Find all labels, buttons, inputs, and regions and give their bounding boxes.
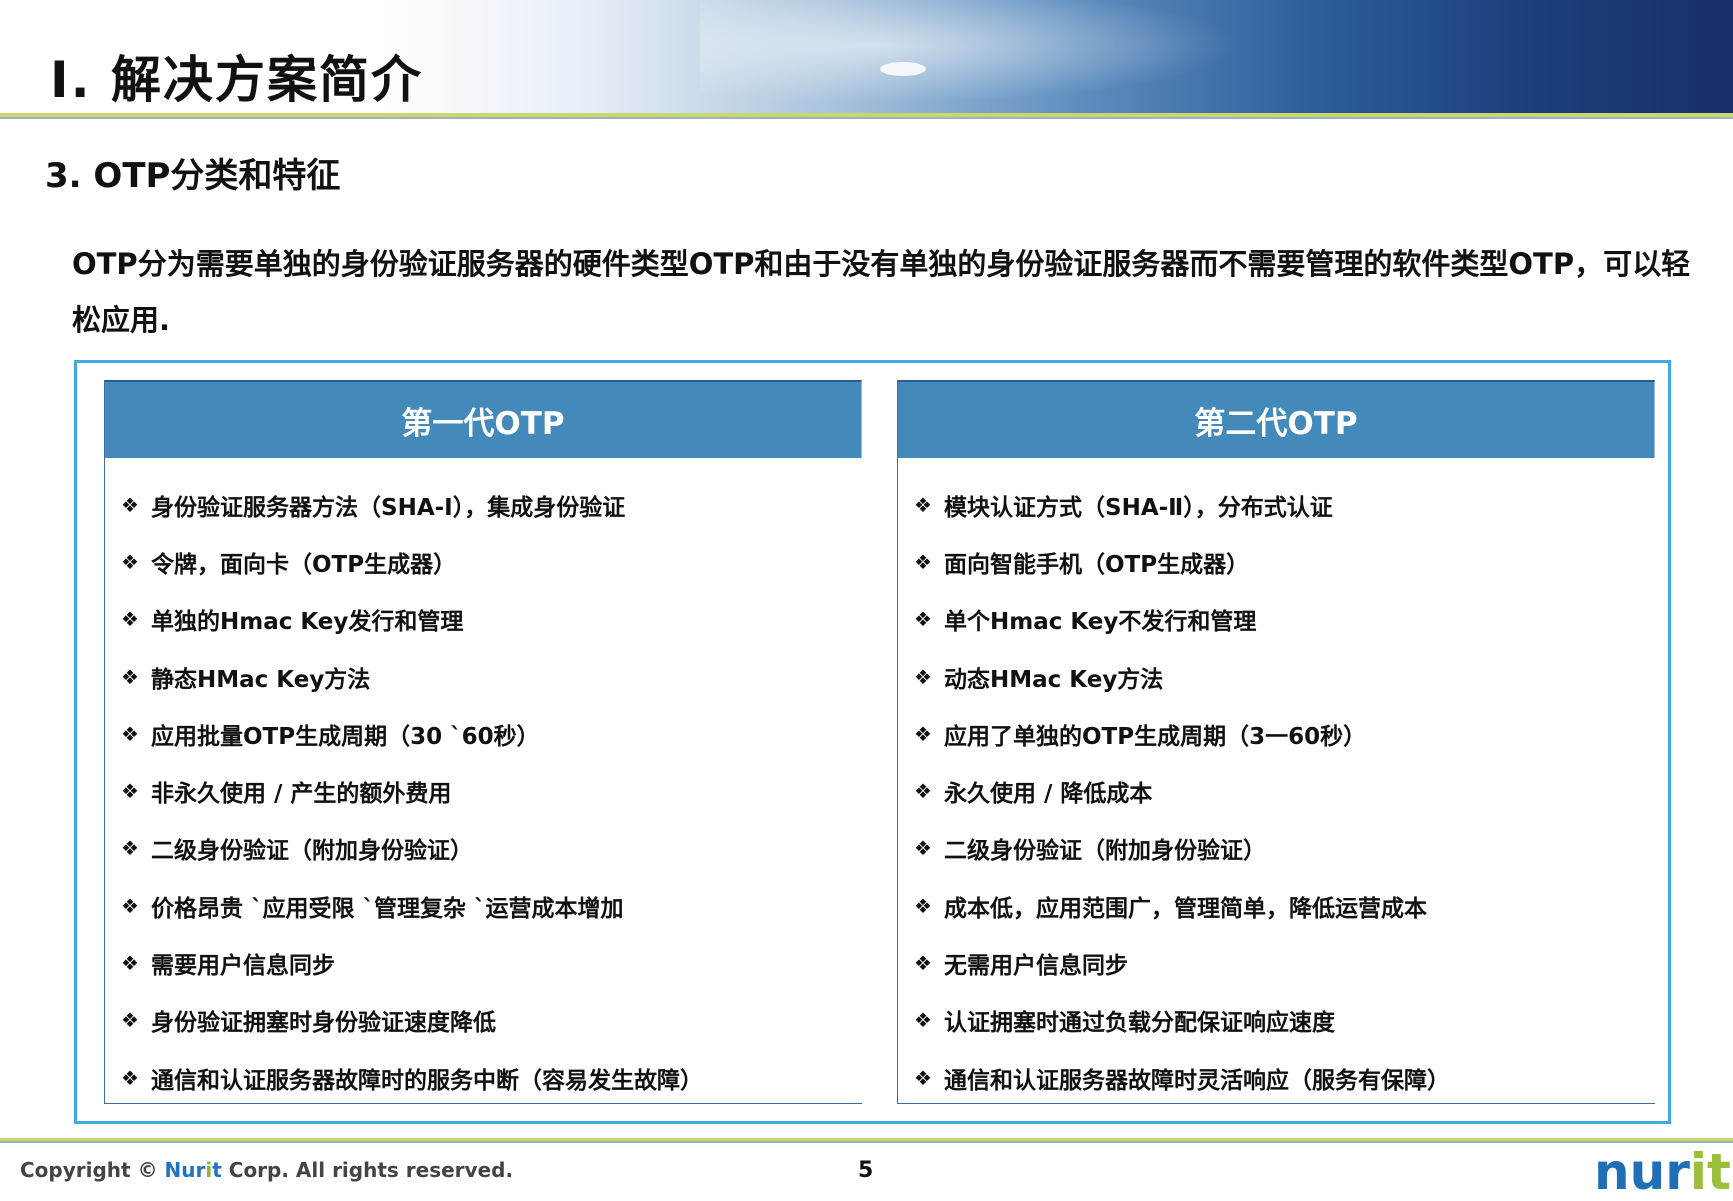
copyright-prefix: Copyright ©	[20, 1158, 165, 1182]
list-item-text: 模块认证方式（SHA-Ⅱ），分布式认证	[944, 494, 1333, 521]
intro-paragraph: OTP分为需要单独的身份验证服务器的硬件类型OTP和由于没有单独的身份验证服务器…	[72, 247, 1691, 337]
diamond-bullet-icon: ❖	[121, 951, 139, 976]
first-gen-item: ❖ 身份验证拥塞时身份验证速度降低	[121, 992, 862, 1049]
list-item-text: 动态HMac Key方法	[944, 666, 1164, 693]
second-gen-item: ❖ 模块认证方式（SHA-Ⅱ），分布式认证	[914, 476, 1655, 533]
first-gen-item: ❖ 通信和认证服务器故障时的服务中断（容易发生故障）	[121, 1049, 862, 1106]
diamond-bullet-icon: ❖	[121, 607, 139, 632]
first-gen-item: ❖ 静态HMac Key方法	[121, 648, 862, 705]
section-title: 3. OTP分类和特征	[45, 156, 341, 196]
diamond-bullet-icon: ❖	[121, 549, 139, 574]
cloud-decoration	[880, 62, 926, 76]
diamond-bullet-icon: ❖	[914, 893, 932, 918]
first-gen-item: ❖ 令牌，面向卡（OTP生成器）	[121, 533, 862, 590]
diamond-bullet-icon: ❖	[914, 492, 932, 517]
second-gen-item: ❖ 成本低，应用范围广，管理简单，降低运营成本	[914, 877, 1655, 934]
second-gen-panel: 第二代OTP ❖ 模块认证方式（SHA-Ⅱ），分布式认证 ❖ 面向智能手机（OTP生成…	[897, 380, 1655, 1104]
footer-divider-secondary	[0, 1141, 1733, 1143]
list-item-text: 二级身份验证（附加身份验证）	[944, 838, 1266, 865]
list-item-text: 二级身份验证（附加身份验证）	[151, 838, 473, 865]
brand-part-1: Nur	[164, 1158, 206, 1182]
diamond-bullet-icon: ❖	[121, 492, 139, 517]
list-item-text: 通信和认证服务器故障时的服务中断（容易发生故障）	[151, 1067, 703, 1094]
diamond-bullet-icon: ❖	[121, 836, 139, 861]
list-item-text: 单独的Hmac Key发行和管理	[151, 609, 464, 636]
list-item-text: 令牌，面向卡（OTP生成器）	[151, 551, 457, 578]
first-gen-list: ❖ 身份验证服务器方法（SHA-I），集成身份验证 ❖ 令牌，面向卡（OTP生成器） ❖…	[105, 458, 862, 1106]
copyright-brand: Nurit	[165, 1158, 222, 1182]
list-item-text: 成本低，应用范围广，管理简单，降低运营成本	[944, 895, 1427, 922]
diamond-bullet-icon: ❖	[121, 664, 139, 689]
first-gen-item: ❖ 需要用户信息同步	[121, 934, 862, 991]
second-gen-item: ❖ 单个Hmac Key不发行和管理	[914, 591, 1655, 648]
first-gen-item: ❖ 非永久使用 / 产生的额外费用	[121, 762, 862, 819]
list-item-text: 无需用户信息同步	[944, 953, 1128, 980]
second-gen-item: ❖ 动态HMac Key方法	[914, 648, 1655, 705]
second-gen-item: ❖ 无需用户信息同步	[914, 934, 1655, 991]
second-gen-header: 第二代OTP	[898, 380, 1655, 458]
diamond-bullet-icon: ❖	[914, 1065, 932, 1090]
second-gen-item: ❖ 二级身份验证（附加身份验证）	[914, 820, 1655, 877]
header-divider-secondary	[0, 117, 1733, 119]
first-gen-panel: 第一代OTP ❖ 身份验证服务器方法（SHA-I），集成身份验证 ❖ 令牌，面向卡（O…	[104, 380, 862, 1104]
list-item-text: 非永久使用 / 产生的额外费用	[151, 781, 452, 808]
diamond-bullet-icon: ❖	[914, 549, 932, 574]
logo-part-1: nur	[1594, 1143, 1690, 1201]
list-item-text: 应用了单独的OTP生成周期（3一60秒）	[944, 723, 1367, 750]
copyright-notice: Copyright © Nurit Corp. All rights reser…	[20, 1158, 513, 1182]
list-item-text: 永久使用 / 降低成本	[944, 781, 1153, 808]
second-gen-item: ❖ 面向智能手机（OTP生成器）	[914, 533, 1655, 590]
first-gen-header: 第一代OTP	[105, 380, 862, 458]
diamond-bullet-icon: ❖	[121, 779, 139, 804]
list-item-text: 认证拥塞时通过负载分配保证响应速度	[944, 1010, 1335, 1037]
second-gen-list: ❖ 模块认证方式（SHA-Ⅱ），分布式认证 ❖ 面向智能手机（OTP生成器） ❖ 单个Hm…	[898, 458, 1655, 1106]
first-gen-item: ❖ 应用批量OTP生成周期（30 `60秒）	[121, 705, 862, 762]
first-gen-item: ❖ 二级身份验证（附加身份验证）	[121, 820, 862, 877]
first-gen-item: ❖ 单独的Hmac Key发行和管理	[121, 591, 862, 648]
brand-part-3: t	[212, 1158, 222, 1182]
second-gen-item: ❖ 永久使用 / 降低成本	[914, 762, 1655, 819]
list-item-text: 静态HMac Key方法	[151, 666, 371, 693]
first-gen-item: ❖ 价格昂贵 `应用受限 `管理复杂 `运营成本增加	[121, 877, 862, 934]
list-item-text: 应用批量OTP生成周期（30 `60秒）	[151, 723, 540, 750]
diamond-bullet-icon: ❖	[914, 779, 932, 804]
second-gen-item: ❖ 认证拥塞时通过负载分配保证响应速度	[914, 992, 1655, 1049]
page-number: 5	[858, 1158, 874, 1183]
logo-part-2: it	[1689, 1143, 1731, 1201]
copyright-suffix: Corp. All rights reserved.	[221, 1158, 514, 1182]
list-item-text: 身份验证拥塞时身份验证速度降低	[151, 1010, 496, 1037]
second-gen-item: ❖ 应用了单独的OTP生成周期（3一60秒）	[914, 705, 1655, 762]
diamond-bullet-icon: ❖	[914, 721, 932, 746]
diamond-bullet-icon: ❖	[914, 607, 932, 632]
list-item-text: 通信和认证服务器故障时灵活响应（服务有保障）	[944, 1067, 1450, 1094]
first-gen-item: ❖ 身份验证服务器方法（SHA-I），集成身份验证	[121, 476, 862, 533]
list-item-text: 价格昂贵 `应用受限 `管理复杂 `运营成本增加	[151, 895, 624, 922]
list-item-text: 身份验证服务器方法（SHA-I），集成身份验证	[151, 494, 626, 521]
list-item-text: 面向智能手机（OTP生成器）	[944, 551, 1250, 578]
page-title: Ⅰ. 解决方案简介	[50, 51, 424, 109]
diamond-bullet-icon: ❖	[914, 1008, 932, 1033]
diamond-bullet-icon: ❖	[914, 951, 932, 976]
diamond-bullet-icon: ❖	[914, 664, 932, 689]
nurit-logo: nurit	[1594, 1143, 1731, 1201]
diamond-bullet-icon: ❖	[121, 893, 139, 918]
second-gen-item: ❖ 通信和认证服务器故障时灵活响应（服务有保障）	[914, 1049, 1655, 1106]
list-item-text: 需要用户信息同步	[151, 953, 335, 980]
diamond-bullet-icon: ❖	[121, 721, 139, 746]
diamond-bullet-icon: ❖	[121, 1008, 139, 1033]
diamond-bullet-icon: ❖	[914, 836, 932, 861]
list-item-text: 单个Hmac Key不发行和管理	[944, 609, 1257, 636]
diamond-bullet-icon: ❖	[121, 1065, 139, 1090]
